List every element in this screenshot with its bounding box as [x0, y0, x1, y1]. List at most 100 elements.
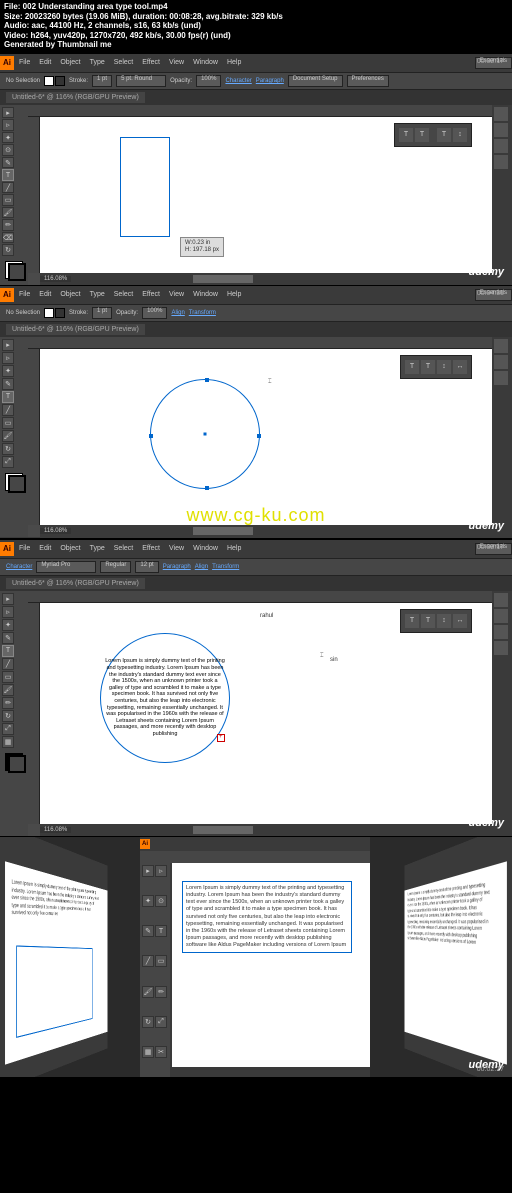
- scale-3-icon[interactable]: ⤢: [2, 723, 14, 735]
- stroke-weight[interactable]: 1 pt: [92, 75, 112, 87]
- scroll-thumb-h[interactable]: [193, 275, 253, 283]
- type-btn-2[interactable]: T: [415, 128, 429, 142]
- rect-2-icon[interactable]: ▭: [2, 417, 14, 429]
- type-btn-1[interactable]: T: [399, 128, 413, 142]
- brush-tool-icon[interactable]: 🖌: [2, 207, 14, 219]
- dock-brushes-icon[interactable]: [494, 139, 508, 153]
- menu-type-2[interactable]: Type: [86, 289, 109, 300]
- canvas-area[interactable]: W:0.23 in H: 197.18 px T T T ↕ 116.08%: [28, 105, 492, 285]
- type-3-icon[interactable]: T: [2, 645, 14, 657]
- pen-tool-icon[interactable]: ✎: [2, 157, 14, 169]
- timestamp-1: 00:02:17: [477, 58, 504, 65]
- udemy-logo: udemy: [469, 266, 504, 278]
- brush-3-icon[interactable]: 🖌: [2, 684, 14, 696]
- type-panel-2[interactable]: T T ↕ ↔: [400, 355, 472, 379]
- type-tool-icon[interactable]: T: [2, 169, 14, 181]
- menu-select-2[interactable]: Select: [110, 289, 137, 300]
- menu-object[interactable]: Object: [56, 57, 84, 68]
- menu-view-2[interactable]: View: [165, 289, 188, 300]
- pencil-3-icon[interactable]: ✏: [2, 697, 14, 709]
- text-overflow-icon[interactable]: [217, 734, 225, 742]
- menu-help[interactable]: Help: [223, 57, 245, 68]
- fill-stroke-swatch-2[interactable]: [44, 308, 65, 318]
- line-2-icon[interactable]: ╱: [2, 404, 14, 416]
- selection-tool-icon[interactable]: ▸: [2, 107, 14, 119]
- persp-center-canvas[interactable]: Lorem Ipsum is simply dummy text of the …: [172, 863, 370, 1067]
- wand-3-icon[interactable]: ✦: [2, 619, 14, 631]
- cursor-3-icon: ⌶: [320, 653, 324, 660]
- rect-3-icon[interactable]: ▭: [2, 671, 14, 683]
- timestamp-4: 00:02:17: [477, 1066, 504, 1073]
- type-options-panel[interactable]: T T T ↕: [394, 123, 472, 147]
- brush-2-icon[interactable]: 🖌: [2, 430, 14, 442]
- lorem-text[interactable]: Lorem Ipsum is simply dummy text of the …: [105, 658, 225, 737]
- char-link[interactable]: Character: [225, 78, 251, 84]
- menu-file[interactable]: File: [15, 57, 34, 68]
- perspective-panel: Lorem Ipsum is simply dummy text of the …: [0, 837, 512, 1077]
- rot-3-icon[interactable]: ↻: [2, 710, 14, 722]
- control-bar-2: No Selection Stroke: 1 pt Opacity: 100% …: [0, 304, 512, 322]
- direct-select-tool-icon[interactable]: ▹: [2, 119, 14, 131]
- menu-select[interactable]: Select: [110, 57, 137, 68]
- rotate-tool-icon[interactable]: ↻: [2, 244, 14, 256]
- menu-type[interactable]: Type: [86, 57, 109, 68]
- selection-tool-2-icon[interactable]: ▸: [2, 339, 14, 351]
- doc-tab-2[interactable]: Untitled-6* @ 116% (RGB/GPU Preview): [6, 324, 145, 335]
- menu-view[interactable]: View: [165, 57, 188, 68]
- eraser-tool-icon[interactable]: ⌫: [2, 232, 14, 244]
- wand-2-icon[interactable]: ✦: [2, 365, 14, 377]
- menu-effect-2[interactable]: Effect: [138, 289, 164, 300]
- wand-tool-icon[interactable]: ✦: [2, 132, 14, 144]
- type-btn-3[interactable]: T: [437, 128, 451, 142]
- font-style[interactable]: Regular: [100, 561, 131, 573]
- zoom-level[interactable]: 116.08%: [40, 276, 71, 282]
- grad-3-icon[interactable]: ▦: [2, 736, 14, 748]
- fill-stroke-3[interactable]: [2, 749, 26, 775]
- align-link[interactable]: Align: [171, 310, 184, 316]
- line-tool-icon[interactable]: ╱: [2, 182, 14, 194]
- fill-stroke-2[interactable]: [2, 469, 26, 495]
- rectangle-shape[interactable]: [120, 137, 170, 237]
- transform-link[interactable]: Transform: [189, 310, 216, 316]
- rect-tool-icon[interactable]: ▭: [2, 194, 14, 206]
- font-size[interactable]: 12 pt: [135, 561, 158, 573]
- pen-3-icon[interactable]: ✎: [2, 632, 14, 644]
- para-link[interactable]: Paragraph: [256, 78, 284, 84]
- menu-edit-2[interactable]: Edit: [35, 289, 55, 300]
- rotate-2-icon[interactable]: ↻: [2, 443, 14, 455]
- doc-setup-btn[interactable]: Document Setup: [288, 75, 343, 87]
- opacity-value[interactable]: 100%: [196, 75, 221, 87]
- menu-window[interactable]: Window: [189, 57, 222, 68]
- direct-select-2-icon[interactable]: ▹: [2, 352, 14, 364]
- dir-3-icon[interactable]: ▹: [2, 606, 14, 618]
- font-family[interactable]: Myriad Pro: [36, 561, 96, 573]
- ruler-v: [28, 117, 40, 273]
- line-3-icon[interactable]: ╱: [2, 658, 14, 670]
- dock-layers-icon[interactable]: [494, 155, 508, 169]
- brush-select[interactable]: 5 pt. Round: [116, 75, 166, 87]
- pencil-tool-icon[interactable]: ✏: [2, 219, 14, 231]
- menu-help-2[interactable]: Help: [223, 289, 245, 300]
- canvas-area-3[interactable]: rahul sin ⌶ Lorem Ipsum is simply dummy …: [28, 591, 492, 836]
- prefs-btn[interactable]: Preferences: [347, 75, 389, 87]
- illustrator-panel-1: 00:02:17 Ai File Edit Object Type Select…: [0, 54, 512, 284]
- area-type-circle[interactable]: Lorem Ipsum is simply dummy text of the …: [100, 633, 230, 763]
- fill-stroke-swatch[interactable]: [44, 76, 65, 86]
- dock-swatches-icon[interactable]: [494, 123, 508, 137]
- circle-shape[interactable]: [150, 379, 260, 489]
- menu-edit[interactable]: Edit: [35, 57, 55, 68]
- type-btn-4[interactable]: ↕: [453, 128, 467, 142]
- menu-effect[interactable]: Effect: [138, 57, 164, 68]
- type-2-icon[interactable]: T: [2, 391, 14, 403]
- pen-2-icon[interactable]: ✎: [2, 378, 14, 390]
- doc-tab-1[interactable]: Untitled-6* @ 116% (RGB/GPU Preview): [6, 92, 145, 103]
- menu-window-2[interactable]: Window: [189, 289, 222, 300]
- dock-color-icon[interactable]: [494, 107, 508, 121]
- scale-2-icon[interactable]: ⤢: [2, 456, 14, 468]
- sel-3-icon[interactable]: ▸: [2, 593, 14, 605]
- menu-object-2[interactable]: Object: [56, 289, 84, 300]
- type-panel-3[interactable]: T T ↕ ↔: [400, 609, 472, 633]
- lasso-tool-icon[interactable]: ⊙: [2, 144, 14, 156]
- fill-stroke-indicator[interactable]: [2, 257, 26, 283]
- menu-file-2[interactable]: File: [15, 289, 34, 300]
